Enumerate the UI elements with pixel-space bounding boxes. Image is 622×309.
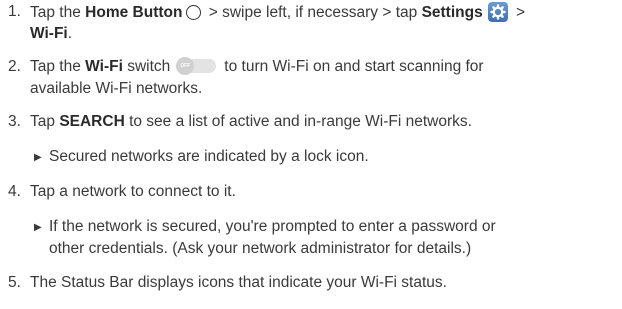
step-1-continuation: Wi-Fi. bbox=[30, 25, 73, 42]
step-text: Tap SEARCH to see a list of active and i… bbox=[30, 113, 472, 130]
home-button-label: Home Button bbox=[85, 4, 183, 21]
step-text: Tap the Home Button > swipe left, if nec… bbox=[30, 2, 526, 22]
step-text: The Status Bar displays icons that indic… bbox=[30, 274, 447, 291]
step-number: 5. bbox=[8, 274, 21, 291]
step-number: 1. bbox=[8, 3, 21, 20]
toggle-knob: OFF bbox=[176, 57, 195, 75]
instructions-document: 1. Tap the Home Button > swipe left, if … bbox=[0, 0, 622, 309]
bullet-arrow-icon: ▶ bbox=[34, 222, 42, 233]
search-label: SEARCH bbox=[59, 113, 125, 130]
step-4-bullet-continuation: other credentials. (Ask your network adm… bbox=[49, 240, 472, 257]
step-text: Tap a network to connect to it. bbox=[30, 183, 236, 200]
step-number: 2. bbox=[8, 58, 21, 75]
bullet-arrow-icon: ▶ bbox=[34, 152, 42, 163]
step-text: Tap the Wi-Fi switch OFF to turn Wi-Fi on … bbox=[30, 57, 484, 75]
bullet-text: Secured networks are indicated by a lock… bbox=[49, 148, 369, 165]
step-number: 4. bbox=[8, 183, 21, 200]
wifi-toggle-switch-icon: OFF bbox=[176, 57, 217, 75]
wifi-label: Wi-Fi bbox=[30, 25, 68, 42]
step-2-continuation: available Wi-Fi networks. bbox=[30, 80, 203, 97]
settings-gear-icon bbox=[487, 2, 508, 22]
bullet-text: If the network is secured, you're prompt… bbox=[49, 218, 496, 235]
wifi-label: Wi-Fi bbox=[85, 58, 123, 75]
home-button-icon bbox=[186, 5, 202, 20]
settings-label: Settings bbox=[421, 4, 483, 21]
step-number: 3. bbox=[8, 113, 21, 130]
